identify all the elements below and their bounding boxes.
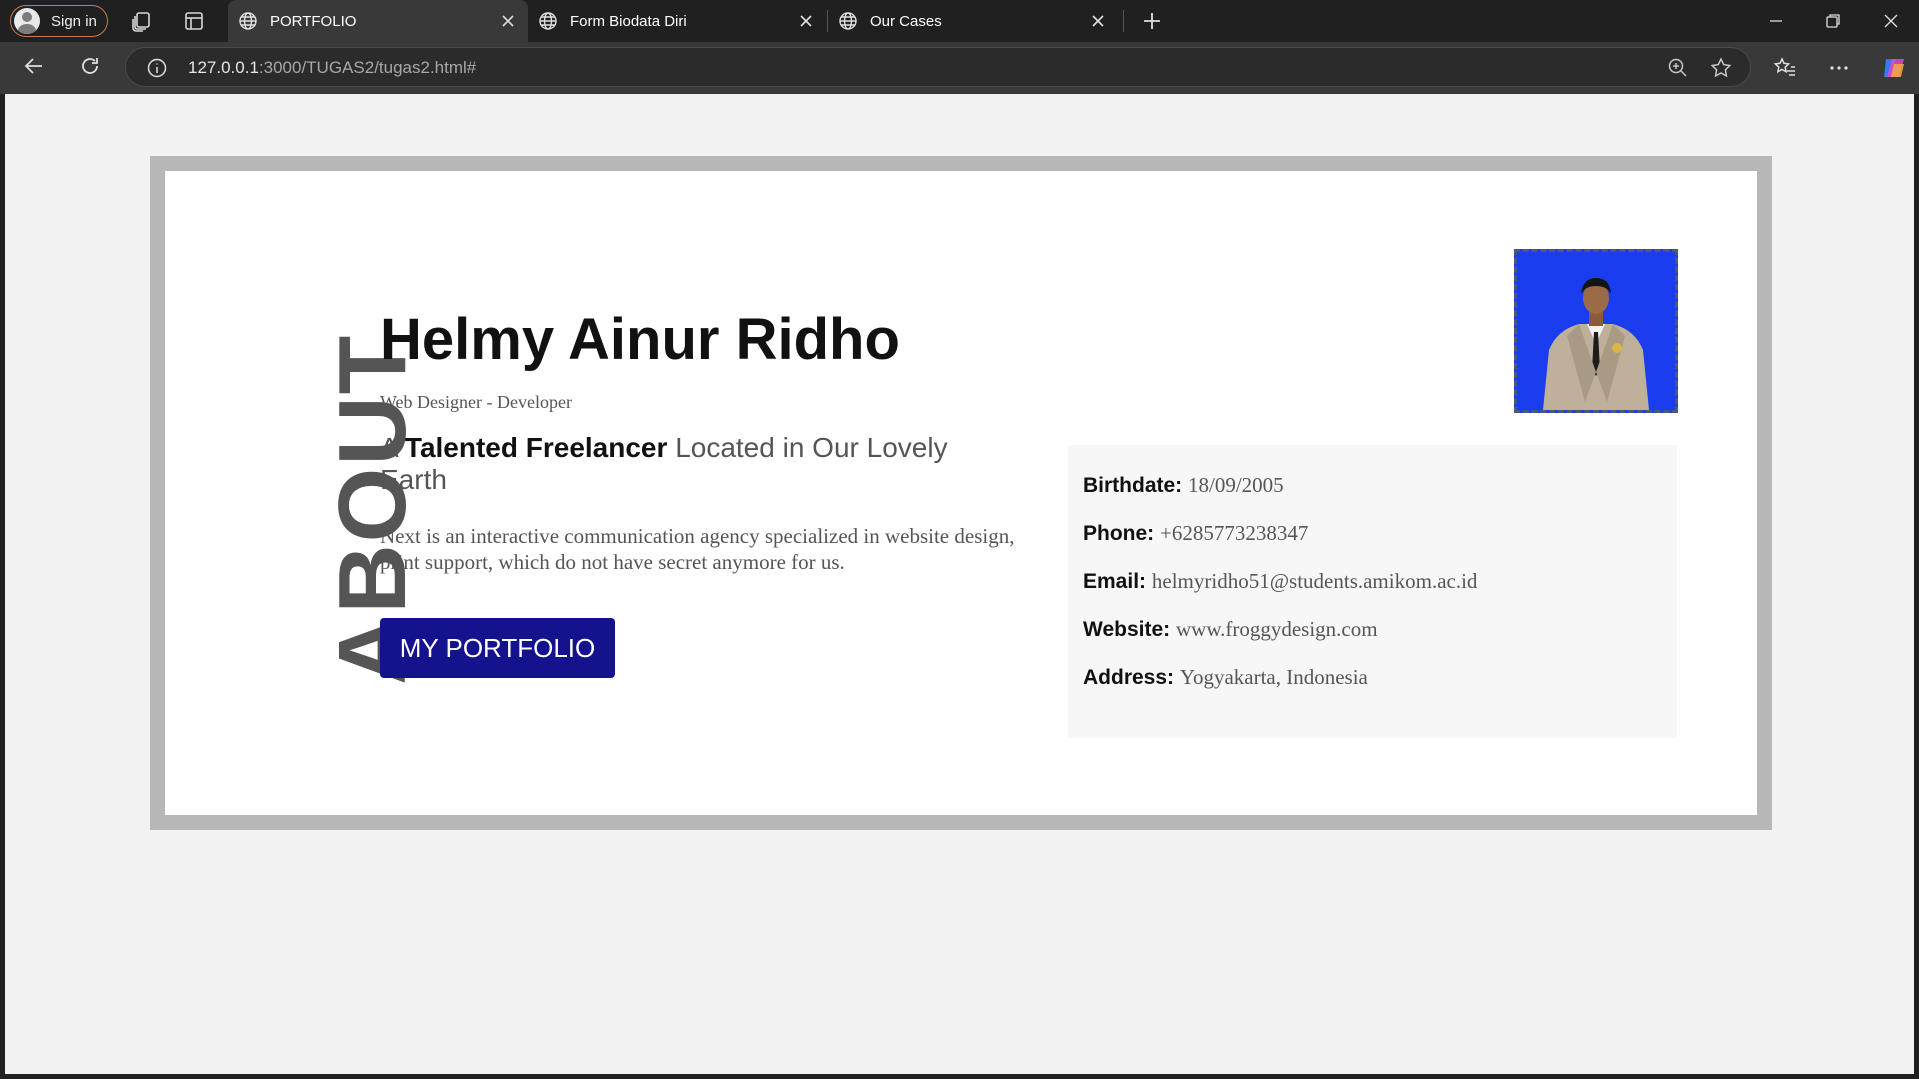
- globe-icon: [839, 12, 857, 30]
- close-window-icon[interactable]: [1879, 9, 1903, 33]
- page-viewport: ABOUT Helmy Ainur Ridho Web Designer - D…: [5, 94, 1914, 1074]
- workspaces-icon[interactable]: [130, 9, 154, 33]
- profile-role: Web Designer - Developer: [380, 392, 572, 412]
- profile-avatar-icon: [14, 8, 40, 34]
- url-path: :3000/TUGAS2/tugas2.html#: [258, 58, 477, 77]
- detail-label: Birthdate:: [1083, 474, 1183, 497]
- detail-value: Yogyakarta, Indonesia: [1179, 665, 1368, 689]
- tab-title: Form Biodata Diri: [570, 12, 687, 30]
- detail-value: helmyridho51@students.amikom.ac.id: [1151, 569, 1478, 593]
- close-tab-icon[interactable]: [1090, 13, 1106, 29]
- details-panel: Birthdate: 18/09/2005 Phone: +6285773238…: [1068, 445, 1677, 738]
- detail-label: Website:: [1083, 618, 1171, 641]
- copilot-icon[interactable]: [1880, 54, 1908, 82]
- reload-icon[interactable]: [78, 54, 102, 78]
- url-host: 127.0.0.1: [188, 58, 259, 77]
- globe-icon: [239, 12, 257, 30]
- detail-email: Email: helmyridho51@students.amikom.ac.i…: [1083, 569, 1477, 594]
- favorites-icon[interactable]: [1773, 56, 1797, 80]
- tagline: A Talented Freelancer Located in Our Lov…: [380, 432, 1020, 496]
- close-tab-icon[interactable]: [798, 13, 814, 29]
- site-info-icon[interactable]: [146, 57, 168, 79]
- tab-title: PORTFOLIO: [270, 12, 357, 30]
- sign-in-button[interactable]: Sign in: [10, 5, 108, 37]
- profile-photo: [1514, 249, 1678, 413]
- restore-icon[interactable]: [1821, 9, 1845, 33]
- tab-actions-icon[interactable]: [182, 9, 206, 33]
- new-tab-icon[interactable]: [1140, 9, 1164, 33]
- more-options-icon[interactable]: [1827, 56, 1851, 80]
- minimize-icon[interactable]: [1764, 9, 1788, 33]
- detail-address: Address: Yogyakarta, Indonesia: [1083, 665, 1368, 690]
- my-portfolio-button[interactable]: MY PORTFOLIO: [380, 618, 615, 678]
- person-photo-icon: [1517, 252, 1675, 410]
- sign-in-label: Sign in: [51, 12, 97, 30]
- detail-label: Email:: [1083, 570, 1147, 593]
- tagline-bold: Talented Freelancer: [404, 432, 668, 463]
- tagline-prefix: A: [380, 432, 398, 463]
- detail-value: www.froggydesign.com: [1175, 617, 1378, 641]
- detail-website: Website: www.froggydesign.com: [1083, 617, 1378, 642]
- favorite-star-icon[interactable]: [1709, 56, 1733, 80]
- detail-value: 18/09/2005: [1188, 473, 1284, 497]
- tab-form-biodata[interactable]: Form Biodata Diri: [528, 0, 826, 42]
- zoom-icon[interactable]: [1667, 57, 1689, 79]
- detail-label: Phone:: [1083, 522, 1155, 545]
- tab-divider: [1123, 10, 1124, 32]
- address-bar[interactable]: 127.0.0.1:3000/TUGAS2/tugas2.html#: [125, 47, 1751, 87]
- profile-name: Helmy Ainur Ridho: [380, 307, 900, 372]
- url-text: 127.0.0.1:3000/TUGAS2/tugas2.html#: [188, 58, 476, 78]
- navigation-toolbar: 127.0.0.1:3000/TUGAS2/tugas2.html#: [0, 42, 1919, 94]
- tab-title: Our Cases: [870, 12, 942, 30]
- detail-value: +6285773238347: [1160, 521, 1309, 545]
- profile-description: Next is an interactive communication age…: [380, 524, 1015, 574]
- about-card: ABOUT Helmy Ainur Ridho Web Designer - D…: [165, 171, 1757, 815]
- tab-portfolio[interactable]: PORTFOLIO: [228, 0, 528, 42]
- detail-label: Address:: [1083, 666, 1175, 689]
- close-tab-icon[interactable]: [500, 13, 516, 29]
- back-icon[interactable]: [22, 54, 46, 78]
- tab-our-cases[interactable]: Our Cases: [828, 0, 1118, 42]
- tab-strip: Sign in PORTFOLIO Form Biodata Diri Our …: [0, 0, 1919, 42]
- detail-birthdate: Birthdate: 18/09/2005: [1083, 473, 1284, 498]
- globe-icon: [539, 12, 557, 30]
- detail-phone: Phone: +6285773238347: [1083, 521, 1308, 546]
- about-frame: ABOUT Helmy Ainur Ridho Web Designer - D…: [150, 156, 1772, 830]
